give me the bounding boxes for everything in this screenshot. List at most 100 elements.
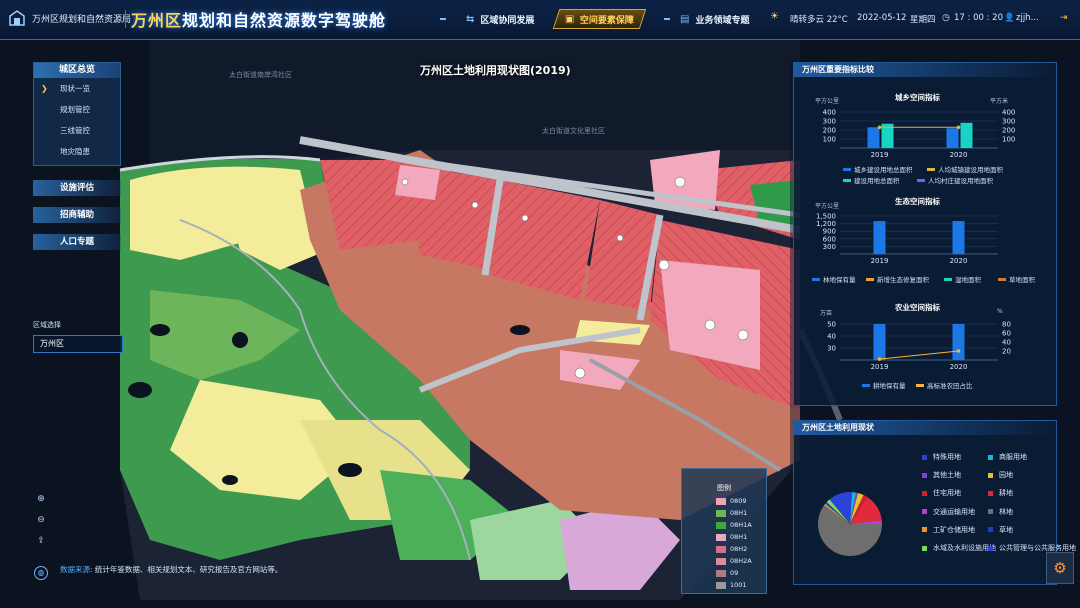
zoom-out-icon[interactable]: ⊖ (34, 513, 48, 527)
bar (867, 127, 880, 148)
line-point (956, 349, 961, 353)
zoom-in-icon[interactable]: ⊕ (34, 492, 48, 506)
x-tick-label: 2019 (871, 363, 889, 371)
y2-tick-label: 300 (1002, 118, 1015, 126)
pie-legend-label: 住宅用地 (933, 489, 961, 498)
nav-business-topics[interactable]: ▤ 业务领域专题 (672, 9, 757, 29)
pie-legend-swatch (922, 490, 927, 496)
logout-icon[interactable]: ⇥ (1060, 13, 1068, 23)
region-select-label: 区域选择 (33, 321, 61, 329)
nav-spatial-elements[interactable]: ▣ 空间要素保障 (552, 9, 647, 29)
legend-code: 08H1 (730, 533, 748, 541)
legend-code: 09 (730, 569, 739, 577)
region-select[interactable]: 万州区 (33, 335, 123, 353)
y2-tick-label: 40 (1002, 339, 1011, 347)
legend-item: 08H1 (682, 507, 766, 519)
chart-legend-item: 湿地面积 (944, 274, 981, 284)
chart-legend-item: 草地面积 (998, 274, 1035, 284)
line-point (877, 125, 882, 130)
agri-chart: 504030806040202019 2020 (827, 321, 1011, 372)
bar (960, 122, 973, 148)
chart-legend-label: 林地保有量 (823, 276, 856, 284)
weather-text: 晴转多云 22°C (790, 15, 848, 25)
pie-legend-swatch (988, 509, 993, 515)
y-tick-label: 300 (823, 118, 836, 126)
chart-legend-swatch (866, 277, 874, 281)
investment-assist-button[interactable]: 招商辅助 (33, 207, 121, 223)
landuse-pie-chart (818, 492, 882, 556)
y2-tick-label: 80 (1002, 321, 1011, 329)
map-title: 万州区土地利用现状图(2019) (420, 64, 571, 77)
urban-unit-left: 平方公里 (815, 98, 840, 105)
legend-code: 08H1 (730, 509, 748, 517)
pie-legend-swatch (988, 454, 993, 460)
menu-item-geohazards[interactable]: 地灾隐患 (34, 141, 120, 162)
chart-legend-swatch (998, 277, 1006, 281)
pie-legend-label: 其他土地 (933, 471, 961, 480)
dash-icon (440, 18, 446, 20)
map-place-label: 太白街道文化里社区 (542, 127, 605, 135)
legend-swatch (716, 569, 726, 577)
landuse-panel-title: 万州区土地利用现状 (794, 421, 1056, 435)
user-icon: 👤 (1004, 13, 1015, 23)
pie-legend-label: 耕地 (999, 489, 1013, 498)
chart-legend-label: 草地面积 (1009, 276, 1035, 284)
pie-legend-label: 园地 (999, 471, 1013, 480)
facility-assessment-button[interactable]: 设施评估 (33, 180, 121, 196)
eco-unit: 平方公里 (815, 203, 840, 210)
upload-icon[interactable]: ⇪ (34, 534, 48, 548)
x-tick-label: 2020 (950, 151, 968, 159)
clock-icon: ◷ (942, 13, 950, 23)
menu-item-planning-control[interactable]: 规划管控 (34, 99, 120, 120)
y2-tick-label: 100 (1002, 136, 1015, 144)
data-source-label: 数据来源: (60, 565, 93, 574)
legend-swatch (716, 533, 726, 541)
menu-item-three-lines[interactable]: 三线管控 (34, 120, 120, 141)
pie-legend-label: 水域及水利设施用地 (933, 544, 996, 552)
pie-legend-swatch (988, 472, 993, 478)
series-line (879, 350, 959, 360)
overview-menu: 城区总览 现状一览 规划管控 三线管控 地灾隐患 (33, 62, 121, 166)
legend-code: 1001 (730, 581, 747, 589)
layers-icon: ▤ (680, 13, 690, 25)
agri-chart-title: 农业空间指标 (895, 303, 940, 312)
legend-swatch (716, 497, 726, 505)
menu-heading[interactable]: 城区总览 (34, 63, 120, 78)
chart-legend-item: 人均村庄建设用地面积 (917, 175, 993, 185)
nav-regional-development[interactable]: ⇆ 区域协同发展 (458, 9, 542, 29)
network-icon: ⇆ (466, 13, 475, 25)
map-place-label: 太白街道南岸湾社区 (229, 71, 292, 79)
urban-chart: 4003002001004003002001002019 2020 (823, 109, 1016, 160)
y-tick-label: 200 (823, 127, 836, 135)
cube-icon: ▣ (565, 13, 575, 25)
y-tick-label: 40 (827, 333, 836, 341)
nav-label: 区域协同发展 (480, 15, 535, 26)
pie-legend-label: 林地 (999, 507, 1013, 516)
chart-legend-label: 城乡建设用地总面积 (854, 166, 913, 174)
app-title-accent: 万州区 (131, 11, 183, 30)
legend-code: 08H2A (730, 557, 752, 565)
date-text: 2022-05-12 (857, 13, 907, 23)
x-tick-label: 2019 (871, 151, 889, 159)
chart-legend-swatch (944, 277, 952, 281)
y2-tick-label: 400 (1002, 109, 1015, 117)
x-tick-label: 2019 (871, 257, 889, 265)
y2-tick-label: 60 (1002, 330, 1011, 338)
y-tick-label: 100 (823, 136, 836, 144)
settings-gear-icon[interactable]: ⚙ (1046, 552, 1074, 584)
pie-legend-item: 商服用地 (988, 452, 1027, 462)
pie-legend-item: 住宅用地 (922, 488, 961, 498)
line-point (956, 125, 961, 130)
bar (952, 221, 965, 254)
agri-unit-left: 万亩 (820, 310, 833, 317)
legend-item: 09 (682, 567, 766, 579)
indicators-panel-title: 万州区重要指标比较 (794, 63, 1056, 77)
user-name[interactable]: zjjh... (1016, 13, 1039, 23)
legend-code: 08H2 (730, 545, 748, 553)
pie-legend-swatch (988, 527, 993, 533)
menu-item-current-status[interactable]: 现状一览 (34, 78, 120, 99)
y2-tick-label: 200 (1002, 127, 1015, 135)
globe-icon: ◍ (34, 566, 48, 580)
organization-name: 万州区规划和自然资源局 (32, 15, 132, 25)
population-topic-button[interactable]: 人口专题 (33, 234, 121, 250)
